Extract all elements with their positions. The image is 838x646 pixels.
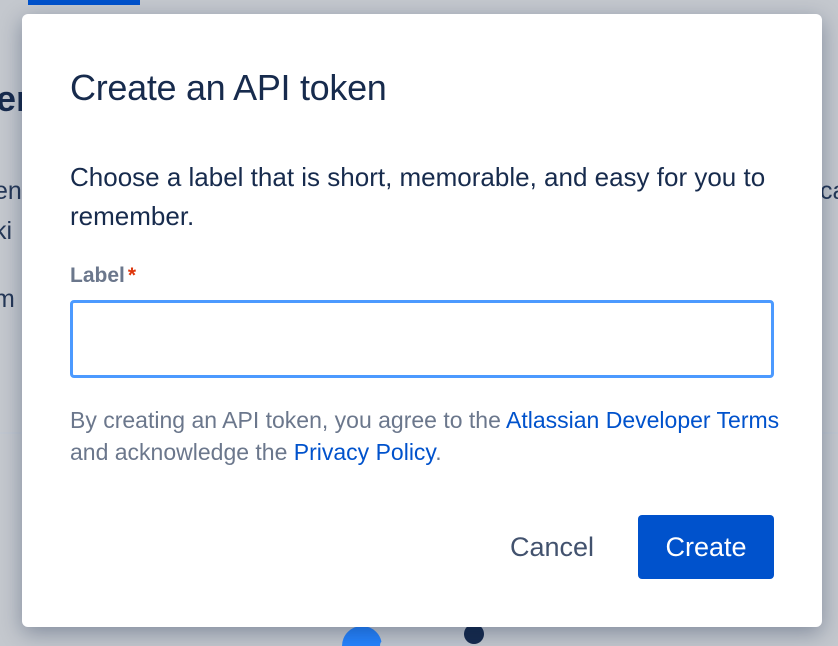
developer-terms-link[interactable]: Atlassian Developer Terms: [506, 407, 779, 433]
terms-suffix: .: [435, 439, 442, 465]
background-text-fragment: en: [0, 177, 22, 205]
terms-middle: and acknowledge the: [70, 439, 294, 465]
background-text-fragment: m: [0, 285, 15, 313]
dialog-description: Choose a label that is short, memorable,…: [70, 162, 766, 231]
privacy-policy-link[interactable]: Privacy Policy: [294, 439, 435, 465]
background-text-fragment: ki: [0, 217, 13, 245]
field-label-text: Label: [70, 264, 125, 287]
terms-prefix: By creating an API token, you agree to t…: [70, 407, 507, 433]
background-text-fragment: ca: [820, 177, 838, 205]
terms-notice: By creating an API token, you agree to t…: [70, 404, 790, 468]
label-field-label: Label *: [70, 262, 136, 290]
dialog-title: Create an API token: [70, 67, 387, 108]
token-label-input[interactable]: [70, 300, 774, 378]
background-active-tab-indicator: [28, 0, 140, 5]
create-button[interactable]: Create: [638, 515, 774, 579]
required-indicator: *: [127, 264, 137, 287]
create-api-token-dialog: Create an API token Choose a label that …: [22, 14, 822, 627]
cancel-button[interactable]: Cancel: [490, 515, 614, 579]
